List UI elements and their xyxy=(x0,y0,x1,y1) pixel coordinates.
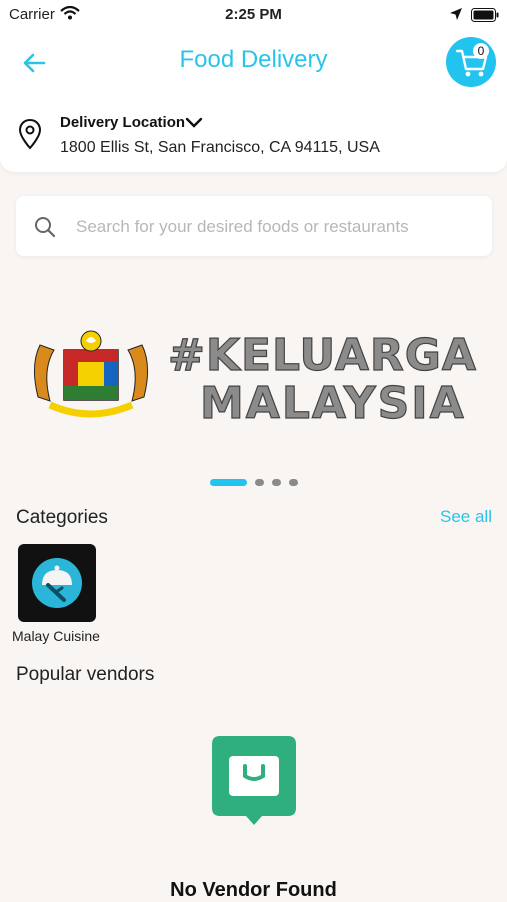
dish-cloche-icon xyxy=(32,558,82,608)
coat-of-arms-emblem xyxy=(34,330,148,418)
cart-button[interactable]: 0 xyxy=(446,37,496,87)
location-services-icon xyxy=(449,7,463,26)
keluarga-malaysia-text: #KELUARGA MALAYSIA xyxy=(167,329,477,429)
banner-pagination[interactable] xyxy=(0,474,507,487)
promo-banner[interactable]: #KELUARGA MALAYSIA xyxy=(20,305,490,435)
categories-title: Categories xyxy=(16,507,108,528)
search-input[interactable] xyxy=(74,208,478,246)
svg-text:#KELUARGA: #KELUARGA xyxy=(168,330,477,381)
map-pin-icon xyxy=(18,118,42,155)
search-icon xyxy=(34,216,56,243)
page-title: Food Delivery xyxy=(179,46,328,73)
cart-icon xyxy=(455,49,488,77)
see-all-link[interactable]: See all xyxy=(440,507,492,527)
status-bar: Carrier 2:25 PM xyxy=(0,0,507,30)
app-header: Food Delivery 0 xyxy=(0,30,507,98)
chevron-down-icon[interactable] xyxy=(185,116,203,134)
keluarga-malaysia-banner-image: #KELUARGA MALAYSIA xyxy=(34,329,477,430)
pagination-dot[interactable] xyxy=(271,479,281,487)
pagination-dot-active[interactable] xyxy=(209,479,247,487)
delivery-location-card[interactable]: Delivery Location 1800 Ellis St, San Fra… xyxy=(0,98,507,172)
delivery-location-label: Delivery Location xyxy=(60,114,186,131)
clock-time: 2:25 PM xyxy=(225,6,282,23)
no-vendor-message: No Vendor Found xyxy=(170,879,337,901)
cart-count-badge: 0 xyxy=(473,43,489,59)
shopping-bag-icon xyxy=(212,736,296,831)
delivery-address: 1800 Ellis St, San Francisco, CA 94115, … xyxy=(60,139,380,156)
pagination-dot[interactable] xyxy=(254,479,264,487)
battery-icon xyxy=(471,8,499,27)
svg-text:MALAYSIA: MALAYSIA xyxy=(200,378,466,429)
category-label: Malay Cuisine xyxy=(12,628,100,644)
pagination-dot[interactable] xyxy=(288,479,298,487)
category-item[interactable]: Malay Cuisine xyxy=(12,544,104,644)
search-bar[interactable] xyxy=(16,196,492,256)
popular-vendors-title: Popular vendors xyxy=(16,664,155,685)
category-image xyxy=(18,544,96,622)
